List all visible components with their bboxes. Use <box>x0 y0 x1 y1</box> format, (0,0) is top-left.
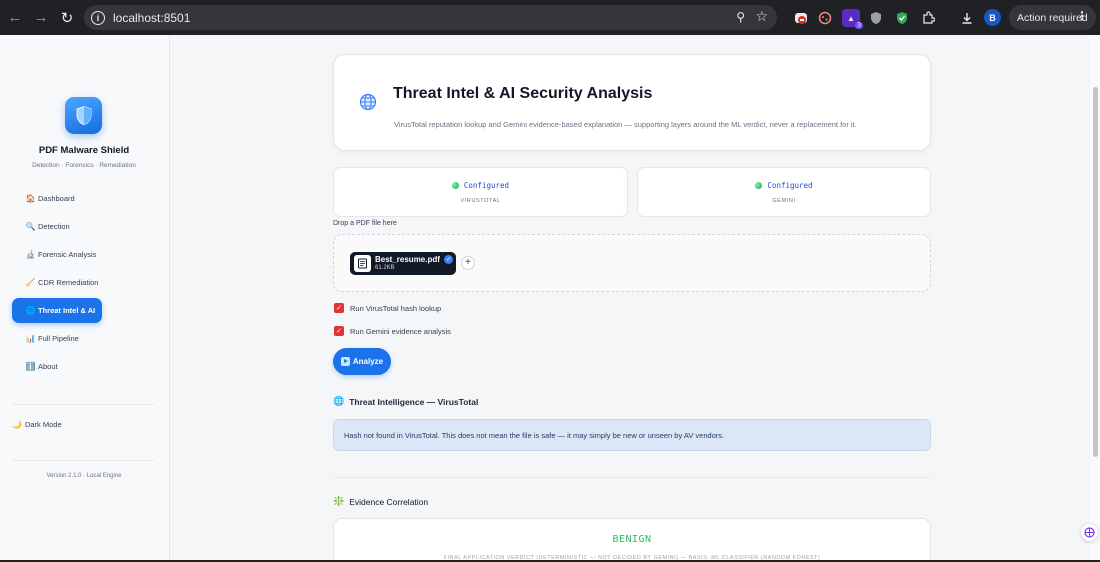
threat-intel-heading: 🌐 Threat Intelligence — VirusTotal <box>333 396 478 407</box>
extension-badge-count: 3 <box>855 22 863 29</box>
status-dot-icon <box>451 181 459 189</box>
verdict-label: BENIGN <box>612 534 652 545</box>
sidebar-item-threat-intel[interactable]: 🌐 Threat Intel & AI <box>12 298 102 323</box>
page-description: VirusTotal reputation lookup and Gemini … <box>394 120 857 129</box>
threat-intel-title: Threat Intelligence — VirusTotal <box>349 396 479 407</box>
version-text: Version 2.1.0 · Local Engine <box>46 473 122 479</box>
zoom-icon[interactable]: ⚲ <box>736 10 745 24</box>
broom-icon: 🧹 <box>25 278 36 287</box>
sidebar-item-cdr-remediation[interactable]: 🧹 CDR Remediation <box>12 270 102 295</box>
virustotal-checkbox[interactable]: ✓ <box>334 303 344 313</box>
assistant-widget-icon[interactable] <box>1081 524 1098 541</box>
brand-title: PDF Malware Shield <box>38 145 130 156</box>
gemini-checkbox-label: Run Gemini evidence analysis <box>350 326 451 336</box>
info-icon: ℹ️ <box>25 362 36 371</box>
sidebar-divider <box>12 404 154 405</box>
analyze-label: Analyze <box>352 357 384 366</box>
microscope-icon: 🔬 <box>25 250 36 259</box>
profile-avatar[interactable]: B <box>984 9 1001 26</box>
sidebar-item-about[interactable]: ℹ️ About <box>12 354 102 379</box>
scrollbar[interactable] <box>1090 35 1100 562</box>
sidebar-divider <box>12 460 154 461</box>
add-file-button[interactable]: + <box>461 256 475 270</box>
moon-icon: 🌙 <box>12 420 22 429</box>
check-icon: ✓ <box>444 255 453 264</box>
virustotal-checkbox-label: Run VirusTotal hash lookup <box>350 303 442 313</box>
cookie-icon[interactable] <box>816 9 834 27</box>
brand-subtitle: Detection · Forensics · Remediation <box>32 162 136 169</box>
sidebar-item-forensic-analysis[interactable]: 🔬 Forensic Analysis <box>12 242 102 267</box>
globe-icon <box>359 93 377 116</box>
browser-toolbar: ← → ↻ i localhost:8501 ⚲ ☆ ▲ 3 B Action … <box>0 0 1100 35</box>
virustotal-label: VIRUSTOTAL <box>460 198 501 204</box>
extension-tab-icon[interactable] <box>792 9 810 27</box>
verdict-card: BENIGN FINAL APPLICATION VERDICT (DETERM… <box>333 518 931 562</box>
sparkle-icon: ❇️ <box>333 496 345 506</box>
forward-icon[interactable]: → <box>30 7 52 29</box>
page-title: Threat Intel & AI Security Analysis <box>393 85 653 102</box>
evidence-correlation-title: Evidence Correlation <box>349 496 429 507</box>
gemini-label: GEMINI <box>772 198 796 204</box>
sidebar-item-label: Threat Intel & AI <box>38 306 96 315</box>
address-url[interactable]: localhost:8501 <box>113 11 190 25</box>
sidebar: PDF Malware Shield Detection · Forensics… <box>0 35 170 562</box>
virustotal-checkbox-row[interactable]: ✓ Run VirusTotal hash lookup <box>333 303 441 313</box>
sidebar-item-dashboard[interactable]: 🏠 Dashboard <box>12 186 102 211</box>
play-icon <box>340 357 350 366</box>
sidebar-item-label: Forensic Analysis <box>38 250 97 259</box>
search-icon: 🔍 <box>25 222 36 231</box>
adblock-extension-icon[interactable] <box>893 9 911 27</box>
reload-icon[interactable]: ↻ <box>56 7 78 29</box>
virustotal-status: Configured <box>334 181 627 190</box>
shield-logo-icon <box>65 97 102 134</box>
analyze-button[interactable]: Analyze <box>333 348 391 375</box>
sidebar-item-label: About <box>38 362 58 371</box>
menu-dots-icon[interactable]: ⋮ <box>1076 9 1088 23</box>
document-icon <box>354 255 371 272</box>
section-divider <box>333 477 931 478</box>
file-name: Best_resume.pdf <box>375 255 440 264</box>
sidebar-item-detection[interactable]: 🔍 Detection <box>12 214 102 239</box>
dark-mode-toggle[interactable]: 🌙 Dark Mode <box>12 420 62 429</box>
action-required-button[interactable]: Action required ⋮ <box>1009 5 1096 30</box>
gemini-status: Configured <box>638 181 930 190</box>
globe-icon: 🌐 <box>25 306 36 315</box>
back-icon[interactable]: ← <box>4 7 26 29</box>
upload-label: Drop a PDF file here <box>333 220 397 227</box>
gemini-checkbox-row[interactable]: ✓ Run Gemini evidence analysis <box>333 326 451 336</box>
file-size: 61.2KB <box>375 265 395 271</box>
sidebar-item-full-pipeline[interactable]: 📊 Full Pipeline <box>12 326 102 351</box>
globe-icon: 🌐 <box>333 396 345 406</box>
sidebar-item-label: Dashboard <box>38 194 75 203</box>
bookmark-star-icon[interactable]: ☆ <box>755 8 768 25</box>
extension-badge-icon[interactable]: ▲ 3 <box>842 9 863 29</box>
uploaded-file-chip[interactable]: Best_resume.pdf 61.2KB ✓ <box>350 252 456 275</box>
gemini-status-card: Configured GEMINI <box>637 167 931 217</box>
virustotal-status-card: Configured VIRUSTOTAL <box>333 167 628 217</box>
gemini-checkbox[interactable]: ✓ <box>334 326 344 336</box>
sidebar-item-label: CDR Remediation <box>38 278 99 287</box>
shield-extension-icon[interactable] <box>867 9 885 27</box>
bar-chart-icon: 📊 <box>25 334 36 343</box>
status-dot-icon <box>755 181 763 189</box>
sidebar-item-label: Detection <box>38 222 70 231</box>
scrollbar-thumb[interactable] <box>1093 87 1098 457</box>
address-bar[interactable]: i localhost:8501 ⚲ ☆ <box>84 5 777 30</box>
download-icon[interactable] <box>958 9 976 27</box>
extensions-puzzle-icon[interactable] <box>919 9 937 27</box>
page-header-card: Threat Intel & AI Security Analysis Viru… <box>333 54 931 151</box>
virustotal-info-alert: Hash not found in VirusTotal. This does … <box>333 419 931 451</box>
dark-mode-label: Dark Mode <box>24 420 62 429</box>
site-info-icon[interactable]: i <box>91 10 105 25</box>
sidebar-item-label: Full Pipeline <box>38 334 79 343</box>
home-icon: 🏠 <box>25 194 36 203</box>
evidence-correlation-heading: ❇️ Evidence Correlation <box>333 496 428 507</box>
